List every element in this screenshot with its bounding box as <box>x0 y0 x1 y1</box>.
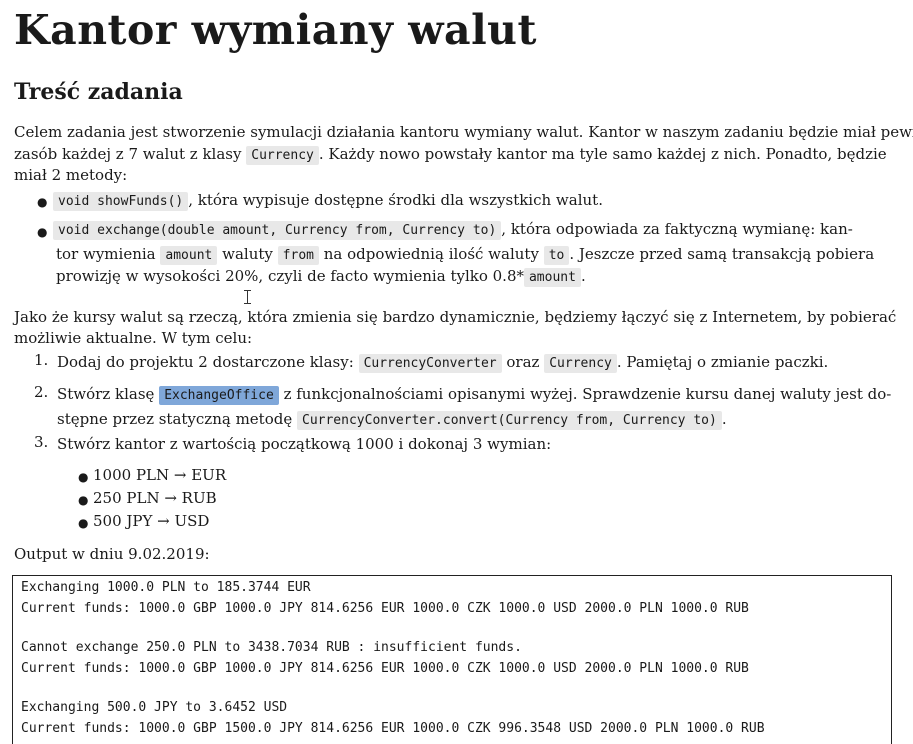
bullet-icon: ● <box>37 225 48 239</box>
step-text: Dodaj do projektu 2 dostarczone klasy: <box>57 353 354 371</box>
method-text: , która odpowiada za faktyczną wymianę: … <box>501 220 853 238</box>
output-line: Current funds: 1000.0 GBP 1000.0 JPY 814… <box>21 601 749 616</box>
step-text: . Pamiętaj o zmianie paczki. <box>616 353 829 371</box>
output-line: Cannot exchange 250.0 PLN to 3438.7034 R… <box>21 640 522 655</box>
method-text: prowizję w wysokości 20%, czyli de facto… <box>56 267 524 285</box>
para2-line-2: możliwie aktualne. W tym celu: <box>14 327 252 349</box>
output-line: Current funds: 1000.0 GBP 1500.0 JPY 814… <box>21 721 765 736</box>
method-text: na odpowiednią ilość waluty <box>323 245 539 263</box>
code-from: from <box>277 246 319 265</box>
step-text: . <box>721 410 727 428</box>
document-page: Kantor wymiany walut Treść zadania Celem… <box>0 0 913 744</box>
code-to: to <box>543 246 570 265</box>
sub-item: 1000 PLN → EUR <box>93 466 227 484</box>
intro-text: zasób każdej z 7 walut z klasy <box>14 145 242 163</box>
step-2-line-2: stępne przez statyczną metodę CurrencyCo… <box>57 408 727 432</box>
output-line: Exchanging 500.0 JPY to 3.6452 USD <box>21 700 288 715</box>
code-amount: amount <box>160 246 218 265</box>
step-text: Stwórz klasę <box>57 385 155 403</box>
page-title: Kantor wymiany walut <box>14 6 537 54</box>
step-text: z funkcjonalnościami opisanymi wyżej. Sp… <box>283 385 892 403</box>
intro-line-2: zasób każdej z 7 walut z klasy Currency.… <box>14 143 887 167</box>
step-number: 3. <box>34 433 49 451</box>
intro-text: . Każdy nowo powstały kantor ma tyle sam… <box>318 145 887 163</box>
step-number: 2. <box>34 383 49 401</box>
intro-line-3: miał 2 metody: <box>14 164 127 186</box>
code-currencyconverter: CurrencyConverter <box>358 354 502 373</box>
bullet-icon: ● <box>78 470 89 484</box>
step-3: Stwórz kantor z wartością początkową 100… <box>57 433 551 455</box>
method-item-1: void showFunds(), która wypisuje dostępn… <box>53 189 603 213</box>
sub-item: 250 PLN → RUB <box>93 489 217 507</box>
step-2: Stwórz klasę ExchangeOffice z funkcjonal… <box>57 383 891 407</box>
bullet-icon: ● <box>78 493 89 507</box>
sub-item: 500 JPY → USD <box>93 512 210 530</box>
output-box: Exchanging 1000.0 PLN to 185.3744 EUR Cu… <box>12 575 892 744</box>
method-text: tor wymienia <box>56 245 156 263</box>
code-amount: amount <box>523 268 581 287</box>
intro-text: Celem zadania jest stworzenie symulacji … <box>14 123 913 141</box>
code-currency: Currency <box>246 146 319 165</box>
bullet-icon: ● <box>78 516 89 530</box>
code-exchangeoffice-selected[interactable]: ExchangeOffice <box>159 386 279 405</box>
method-text: . <box>580 267 586 285</box>
step-1: Dodaj do projektu 2 dostarczone klasy: C… <box>57 351 828 375</box>
step-text: Stwórz kantor z wartością początkową 100… <box>57 435 552 453</box>
para-text: możliwie aktualne. W tym celu: <box>14 329 253 347</box>
intro-text: miał 2 metody: <box>14 166 128 184</box>
code-convert: CurrencyConverter.convert(Currency from,… <box>297 411 722 430</box>
output-label: Output w dniu 9.02.2019: <box>14 545 210 563</box>
para-text: Jako że kursy walut są rzeczą, która zmi… <box>14 308 897 326</box>
code-currency: Currency <box>544 354 617 373</box>
method-item-2-line-3: prowizję w wysokości 20%, czyli de facto… <box>56 265 586 289</box>
code-exchange: void exchange(double amount, Currency fr… <box>53 221 502 240</box>
bullet-icon: ● <box>37 195 48 209</box>
code-showfunds: void showFunds() <box>53 192 189 211</box>
method-text: . Jeszcze przed samą transakcją pobiera <box>569 245 875 263</box>
para2-line-1: Jako że kursy walut są rzeczą, która zmi… <box>14 306 896 328</box>
method-item-2: void exchange(double amount, Currency fr… <box>53 218 853 242</box>
section-title: Treść zadania <box>14 79 183 105</box>
step-number: 1. <box>34 351 49 369</box>
step-text: oraz <box>506 353 540 371</box>
method-text: waluty <box>222 245 273 263</box>
intro-line-1: Celem zadania jest stworzenie symulacji … <box>14 121 913 143</box>
output-line: Exchanging 1000.0 PLN to 185.3744 EUR <box>21 580 311 595</box>
text-cursor-icon <box>244 290 251 304</box>
method-text: , która wypisuje dostępne środki dla wsz… <box>188 191 603 209</box>
output-line: Current funds: 1000.0 GBP 1000.0 JPY 814… <box>21 661 749 676</box>
step-text: stępne przez statyczną metodę <box>57 410 293 428</box>
method-item-2-line-2: tor wymienia amount waluty from na odpow… <box>56 243 874 267</box>
